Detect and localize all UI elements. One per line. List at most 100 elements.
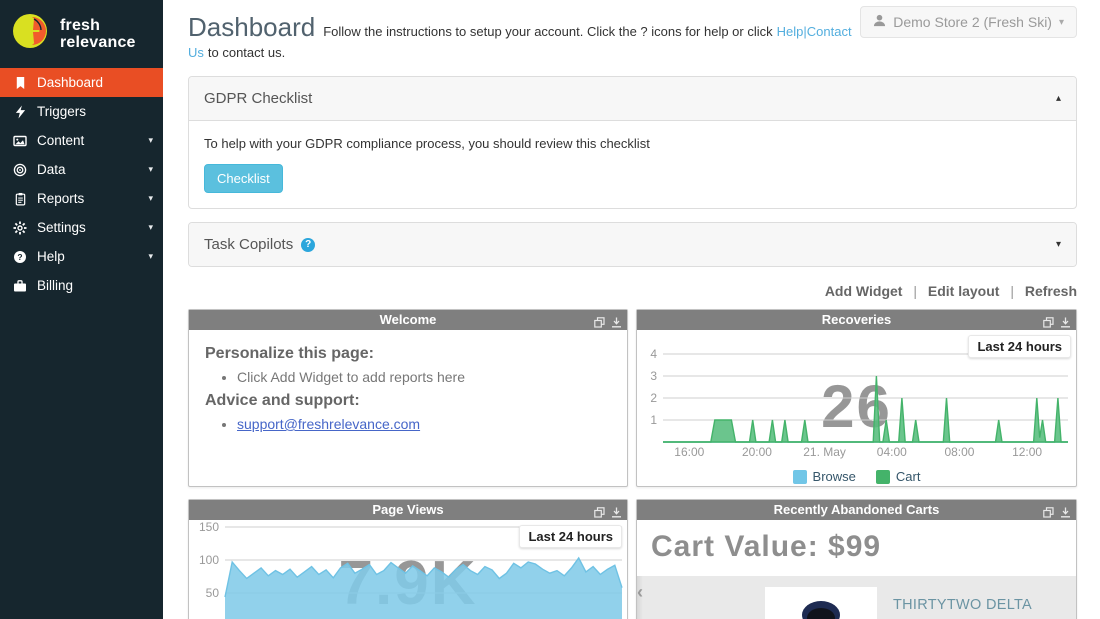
sidebar-item-triggers[interactable]: Triggers: [0, 97, 163, 126]
target-icon: [12, 163, 28, 177]
app-root: fresh relevance Dashboard Triggers: [0, 0, 1100, 619]
welcome-widget-body: Personalize this page: Click Add Widget …: [189, 330, 627, 486]
svg-text:150: 150: [199, 520, 219, 534]
pageviews-widget-title: Page Views: [372, 502, 443, 517]
store-selector-button[interactable]: Demo Store 2 (Fresh Ski) ▾: [860, 6, 1077, 38]
chart-legend: Browse Cart: [637, 469, 1076, 484]
sidebar-item-reports[interactable]: Reports ▾: [0, 184, 163, 213]
welcome-heading-advice: Advice and support:: [205, 392, 611, 410]
sidebar-item-label: Help: [37, 249, 148, 264]
chevron-down-icon: ▾: [148, 222, 153, 233]
svg-text:3: 3: [650, 369, 657, 383]
clipboard-icon: [12, 192, 28, 206]
page-description: Follow the instructions to setup your ac…: [323, 24, 772, 39]
brand-logo-text: fresh relevance: [60, 17, 136, 51]
welcome-widget-header[interactable]: Welcome: [189, 310, 627, 330]
widget-grid: Welcome Personalize this page: Click Add…: [188, 309, 1077, 619]
welcome-widget-title: Welcome: [380, 312, 437, 327]
page-title: Dashboard: [188, 12, 315, 42]
brand-logo-icon: [12, 11, 52, 56]
svg-text:21. May: 21. May: [803, 445, 846, 459]
sidebar-item-label: Settings: [37, 220, 148, 235]
cart-carousel: ‹: [637, 576, 1076, 619]
abandoned-carts-body: Cart Value: $99 ‹: [637, 520, 1076, 619]
chevron-down-icon[interactable]: ▾: [1056, 239, 1061, 250]
refresh-link[interactable]: Refresh: [1025, 283, 1077, 299]
browse-legend-swatch: [793, 470, 807, 484]
edit-layout-link[interactable]: Edit layout: [928, 283, 1000, 299]
recoveries-chart: Last 24 hours 26 123416:0020:0021. May04…: [637, 330, 1076, 486]
svg-text:20:00: 20:00: [742, 445, 772, 459]
svg-text:08:00: 08:00: [944, 445, 974, 459]
bolt-icon: [12, 105, 28, 119]
gdpr-panel-title: GDPR Checklist: [204, 90, 312, 107]
sidebar: fresh relevance Dashboard Triggers: [0, 0, 163, 619]
add-widget-link[interactable]: Add Widget: [825, 283, 903, 299]
page-header: Dashboard Follow the instructions to setu…: [163, 0, 883, 63]
welcome-heading-personalize: Personalize this page:: [205, 345, 611, 363]
sidebar-item-label: Dashboard: [37, 75, 153, 90]
user-icon: [873, 14, 886, 30]
sidebar-item-dashboard[interactable]: Dashboard: [0, 68, 163, 97]
sidebar-item-settings[interactable]: Settings ▾: [0, 213, 163, 242]
chevron-up-icon[interactable]: ▴: [1056, 93, 1061, 104]
support-email-link[interactable]: support@freshrelevance.com: [237, 416, 420, 432]
svg-text:50: 50: [206, 586, 220, 600]
chevron-down-icon: ▾: [148, 193, 153, 204]
sidebar-item-label: Data: [37, 162, 148, 177]
checklist-button[interactable]: Checklist: [204, 164, 283, 193]
sidebar-item-label: Triggers: [37, 104, 153, 119]
toolbar-separator: |: [1010, 283, 1014, 299]
question-icon: ?: [12, 250, 28, 264]
bookmark-icon: [12, 76, 28, 90]
recoveries-widget-header[interactable]: Recoveries: [637, 310, 1076, 330]
toolbar-separator: |: [913, 283, 917, 299]
chevron-down-icon: ▾: [148, 251, 153, 262]
task-copilots-title: Task Copilots: [204, 236, 293, 253]
image-icon: [12, 134, 28, 148]
dashboard-toolbar: Add Widget | Edit layout | Refresh: [188, 283, 1077, 299]
sidebar-item-billing[interactable]: Billing: [0, 271, 163, 300]
sidebar-item-label: Billing: [37, 278, 153, 293]
sidebar-item-data[interactable]: Data ▾: [0, 155, 163, 184]
chevron-down-icon: ▾: [148, 135, 153, 146]
cart-legend-label: Cart: [896, 469, 921, 484]
welcome-widget: Welcome Personalize this page: Click Add…: [188, 309, 628, 487]
product-image: [765, 587, 877, 619]
svg-text:4: 4: [650, 347, 657, 361]
chevron-down-icon: ▾: [1059, 17, 1064, 28]
store-selector-label: Demo Store 2 (Fresh Ski): [893, 14, 1052, 30]
abandoned-carts-widget: Recently Abandoned Carts Cart Value: $99…: [636, 499, 1077, 619]
task-copilots-panel: Task Copilots ? ▾: [188, 222, 1077, 267]
sidebar-nav: Dashboard Triggers Content ▾ Data: [0, 68, 163, 300]
carousel-item[interactable]: Thirtytwo Delta Snowboard Jacket 2013 In…: [643, 576, 1076, 619]
sidebar-item-content[interactable]: Content ▾: [0, 126, 163, 155]
cart-legend-swatch: [876, 470, 890, 484]
brand-logo[interactable]: fresh relevance: [0, 0, 163, 68]
gdpr-panel-header[interactable]: GDPR Checklist ▴: [189, 77, 1076, 120]
svg-text:12:00: 12:00: [1012, 445, 1042, 459]
recoveries-widget: Recoveries Last 24 hours 26 123416:0020:…: [636, 309, 1077, 487]
page-description-tail: to contact us.: [208, 45, 285, 60]
pageviews-widget: Page Views Last 24 hours 7.9K 50100150: [188, 499, 628, 619]
task-copilots-header[interactable]: Task Copilots ? ▾: [189, 223, 1076, 266]
abandoned-carts-widget-header[interactable]: Recently Abandoned Carts: [637, 500, 1076, 520]
help-icon[interactable]: ?: [301, 238, 315, 252]
abandoned-carts-widget-title: Recently Abandoned Carts: [774, 502, 940, 517]
sidebar-item-label: Reports: [37, 191, 148, 206]
pageviews-widget-header[interactable]: Page Views: [189, 500, 627, 520]
browse-legend-label: Browse: [813, 469, 856, 484]
svg-text:16:00: 16:00: [674, 445, 704, 459]
product-title[interactable]: Thirtytwo Delta Snowboard Jacket 2013 In…: [893, 587, 1076, 619]
chevron-down-icon: ▾: [148, 164, 153, 175]
gdpr-panel-text: To help with your GDPR compliance proces…: [204, 136, 1061, 151]
gear-icon: [12, 221, 28, 235]
jacket-image: [778, 593, 864, 619]
gdpr-panel-body: To help with your GDPR compliance proces…: [189, 120, 1076, 208]
svg-text:2: 2: [650, 391, 657, 405]
recoveries-widget-title: Recoveries: [822, 312, 891, 327]
sidebar-item-help[interactable]: ? Help ▾: [0, 242, 163, 271]
cart-value: Cart Value: $99: [637, 520, 1076, 576]
sidebar-item-label: Content: [37, 133, 148, 148]
gdpr-panel: GDPR Checklist ▴ To help with your GDPR …: [188, 76, 1077, 209]
